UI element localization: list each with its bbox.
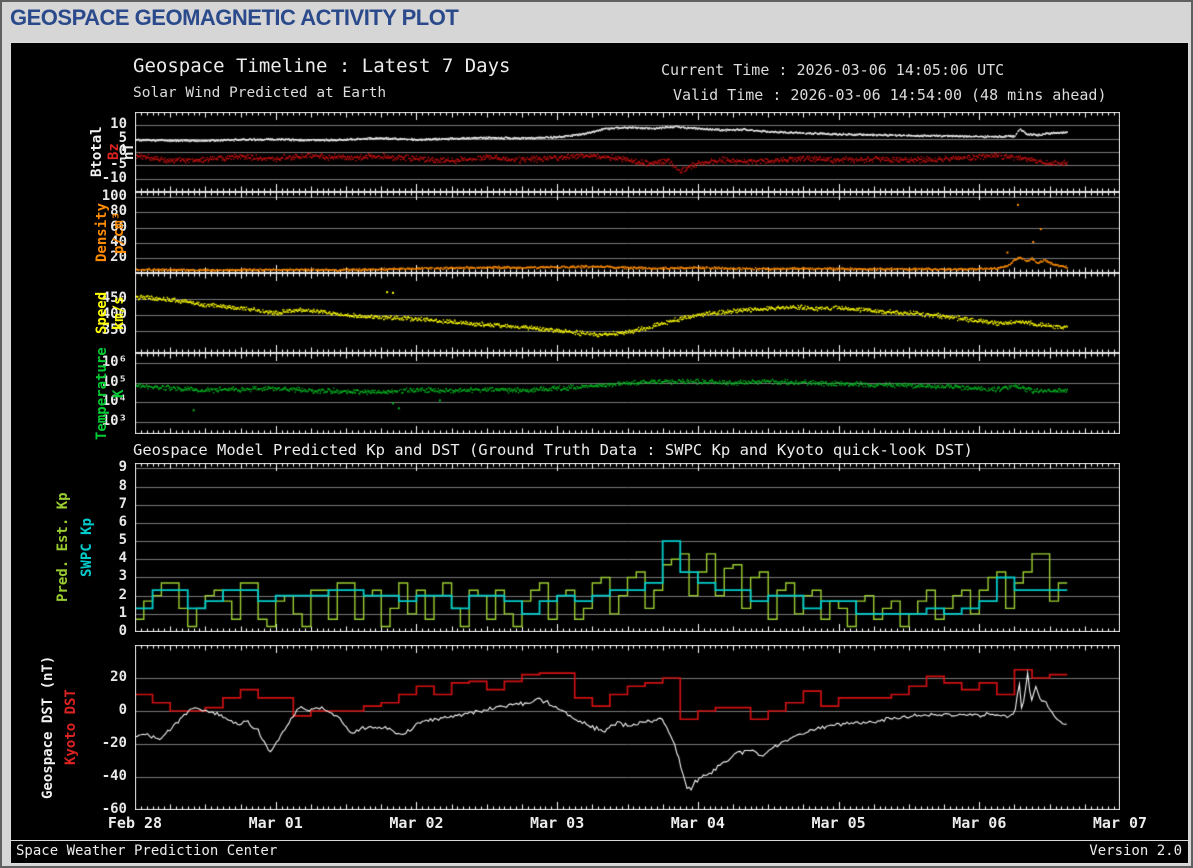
axis-label-kp-2: SWPC Kp <box>79 518 95 578</box>
axis-label-speed-2: km/s <box>111 296 127 330</box>
axis-label-kp-1: Pred. Est. Kp <box>55 492 71 603</box>
panel-kp <box>135 463 1120 632</box>
panel-imf <box>135 112 1120 192</box>
axis-label-dst-1: Geospace DST (nT) <box>40 655 56 800</box>
x-tick-label: Mar 03 <box>530 814 585 832</box>
dst-chart-canvas <box>135 645 1120 810</box>
plot-title: Geospace Timeline : Latest 7 Days <box>133 55 511 77</box>
page: GEOSPACE GEOMAGNETIC ACTIVITY PLOT Geosp… <box>0 0 1193 868</box>
x-tick-label: Mar 05 <box>811 814 866 832</box>
density-chart-canvas <box>135 192 1120 273</box>
x-tick-label: Mar 01 <box>248 814 303 832</box>
panel-dst <box>135 645 1120 810</box>
section-title-kp-dst: Geospace Model Predicted Kp and DST (Gro… <box>133 441 973 459</box>
axis-label-dst-2: Kyoto DST <box>63 689 79 766</box>
imf-chart-canvas <box>135 112 1120 192</box>
footer: Space Weather Prediction Center Version … <box>11 840 1188 863</box>
axis-label-temperature-1: Temperature <box>94 347 110 440</box>
panel-temperature <box>135 353 1120 434</box>
panel-speed <box>135 273 1120 353</box>
x-tick-label: Mar 07 <box>1092 814 1148 832</box>
y-tick-label: 20 <box>110 669 127 685</box>
temperature-chart-canvas <box>135 353 1120 434</box>
y-tick-label: 0 <box>118 702 127 718</box>
x-tick-label: Feb 28 <box>107 814 163 832</box>
speed-chart-canvas <box>135 273 1120 353</box>
plot-subtitle: Solar Wind Predicted at Earth <box>133 85 387 101</box>
y-tick-label: -20 <box>101 735 127 751</box>
page-title: GEOSPACE GEOMAGNETIC ACTIVITY PLOT <box>10 5 459 30</box>
x-tick-label: Mar 04 <box>670 814 725 832</box>
y-tick-label: -40 <box>101 768 127 784</box>
kp-chart-canvas <box>135 463 1120 632</box>
axis-label-imf-1: Btotal <box>89 126 105 178</box>
plot-frame: Geospace Timeline : Latest 7 Days Curren… <box>10 42 1189 864</box>
axis-label-temperature-2: K <box>111 389 127 398</box>
axis-label-density-2: p/cm³ <box>111 211 127 254</box>
footer-source: Space Weather Prediction Center <box>16 843 278 859</box>
axis-label-imf-3: nT <box>121 143 137 161</box>
x-tick-label: Mar 06 <box>952 814 1007 832</box>
valid-time: Valid Time : 2026-03-06 14:54:00 (48 min… <box>673 86 1107 104</box>
footer-version: Version 2.0 <box>1089 843 1182 859</box>
current-time: Current Time : 2026-03-06 14:05:06 UTC <box>661 61 1005 79</box>
axis-label-density-1: Density <box>94 203 110 263</box>
panel-density <box>135 192 1120 273</box>
axis-label-speed-1: Speed <box>94 291 110 335</box>
x-tick-label: Mar 02 <box>389 814 444 832</box>
